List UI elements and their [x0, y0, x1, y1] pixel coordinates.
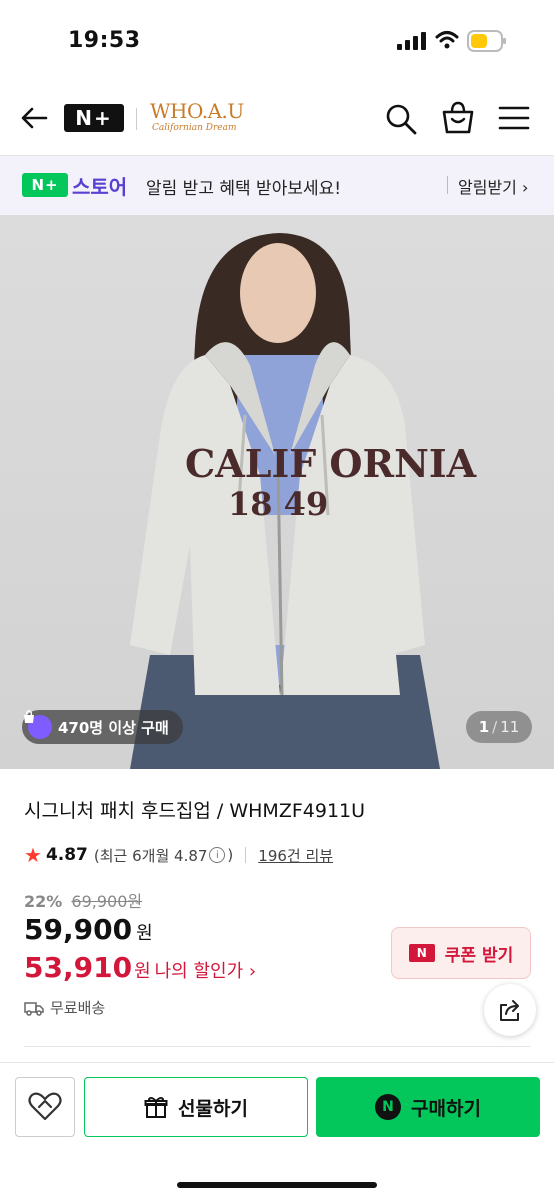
- rating-row: ★ 4.87 (최근 6개월 4.87 i ) 196건 리뷰: [24, 843, 333, 867]
- banner-message: 알림 받고 혜택 받아보세요!: [146, 179, 342, 199]
- top-nav-header: N+ WHO.A.U Californian Dream: [0, 80, 554, 156]
- hoodie-print-number: 18 49: [228, 485, 328, 523]
- truck-icon: [24, 1001, 44, 1016]
- gift-icon: [144, 1096, 168, 1118]
- sale-price: 59,900 원: [24, 913, 153, 946]
- share-icon: [500, 1000, 519, 1021]
- discount-row: 22% 69,900원: [24, 888, 142, 912]
- store-name: 스토어: [72, 175, 128, 199]
- discount-percent: 22%: [24, 892, 63, 911]
- buy-label: 구매하기: [411, 1097, 481, 1120]
- banner-divider: [447, 176, 448, 194]
- naver-pay-icon: N: [375, 1094, 402, 1120]
- rating-divider: [245, 847, 247, 863]
- my-price-label: 나의 할인가 ›: [154, 961, 257, 982]
- sale-price-value: 59,900: [24, 913, 133, 946]
- info-icon[interactable]: i: [209, 847, 226, 863]
- status-bar: 19:53: [0, 0, 554, 80]
- review-count-link[interactable]: 196건 리뷰: [258, 845, 333, 866]
- image-counter-total: 11: [500, 718, 520, 736]
- buyers-count-text: 470명 이상 구매: [58, 718, 169, 737]
- heart-icon: [28, 1092, 62, 1121]
- rating-recent-close: ): [227, 846, 234, 864]
- shipping-text: 무료배송: [50, 999, 106, 1017]
- logo-divider: [136, 108, 137, 130]
- brand-name: WHO.A.U: [150, 99, 244, 123]
- gift-button[interactable]: 선물하기: [84, 1077, 308, 1137]
- my-price-value: 53,910: [24, 951, 133, 984]
- my-price-unit: 원: [134, 961, 151, 982]
- star-icon: ★: [24, 843, 42, 867]
- notification-banner[interactable]: N+ 스토어 알림 받고 혜택 받아보세요! 알림받기 ›: [0, 156, 554, 215]
- hamburger-menu-icon[interactable]: [497, 102, 531, 134]
- image-counter-separator: /: [492, 718, 498, 736]
- wifi-icon: [435, 31, 459, 49]
- coupon-button[interactable]: N 쿠폰 받기: [391, 927, 531, 979]
- buy-button[interactable]: N 구매하기: [316, 1077, 540, 1137]
- product-photo: CALIF ORNIA 18 49: [130, 233, 477, 769]
- naver-plus-badge: N+: [22, 173, 68, 197]
- shipping-info: 무료배송: [24, 997, 105, 1018]
- gift-label: 선물하기: [178, 1097, 248, 1120]
- share-button[interactable]: [484, 984, 536, 1036]
- subscribe-alerts-link[interactable]: 알림받기 ›: [458, 174, 528, 198]
- shopping-bag-icon: [24, 710, 52, 739]
- section-divider: [24, 1046, 530, 1047]
- home-indicator[interactable]: [177, 1182, 377, 1188]
- like-button[interactable]: [15, 1077, 75, 1137]
- rating-recent: (최근 6개월 4.87: [93, 846, 208, 865]
- status-time: 19:53: [68, 28, 141, 53]
- brand-logo[interactable]: WHO.A.U Californian Dream: [150, 100, 250, 136]
- shopping-bag-icon[interactable]: [440, 100, 476, 136]
- back-arrow-icon[interactable]: [18, 102, 50, 134]
- product-image-carousel[interactable]: CALIF ORNIA 18 49 470명 이상 구매 1 / 11: [0, 215, 554, 769]
- brand-tagline: Californian Dream: [152, 123, 237, 133]
- bottom-action-bar: 선물하기 N 구매하기: [0, 1062, 554, 1200]
- rating-score: 4.87: [45, 845, 88, 865]
- product-title: 시그니처 패치 후드집업 / WHMZF4911U: [24, 800, 366, 822]
- original-price: 69,900원: [71, 892, 143, 911]
- sale-price-unit: 원: [136, 923, 153, 944]
- battery-icon: [467, 30, 506, 52]
- image-counter-current: 1: [478, 718, 490, 736]
- naver-plus-logo[interactable]: N+: [64, 104, 124, 132]
- hoodie-print-text: CALIF ORNIA: [185, 441, 477, 486]
- image-counter: 1 / 11: [466, 711, 532, 743]
- cellular-signal-icon: [397, 32, 426, 50]
- coupon-label: 쿠폰 받기: [444, 945, 514, 966]
- buyers-count-badge: 470명 이상 구매: [22, 710, 183, 744]
- search-icon[interactable]: [384, 102, 418, 136]
- my-discount-price[interactable]: 53,910 원 나의 할인가 ›: [24, 951, 256, 984]
- coupon-badge: N: [408, 944, 435, 962]
